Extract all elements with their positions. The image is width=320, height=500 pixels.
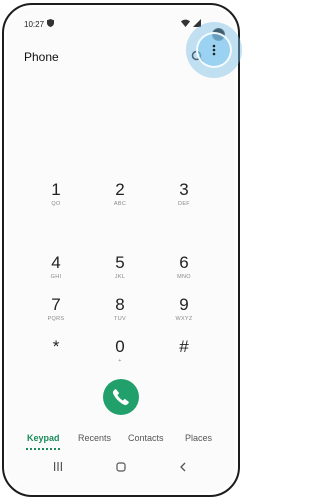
device-frame: 10:27 Phone: [2, 3, 240, 497]
key-digit: *: [52, 337, 60, 356]
navigation-bar: [0, 460, 244, 480]
key-5[interactable]: 5 JKL: [88, 253, 152, 293]
key-digit: 0: [115, 337, 125, 356]
key-star[interactable]: *: [24, 337, 88, 377]
key-digit: 4: [51, 253, 61, 272]
tab-contacts[interactable]: Contacts: [128, 433, 164, 443]
key-digit: 5: [115, 253, 125, 272]
key-7[interactable]: 7 PQRS: [24, 295, 88, 335]
key-3[interactable]: 3 DEF: [152, 180, 216, 220]
key-letters: ABC: [113, 201, 127, 207]
key-digit: 9: [179, 295, 189, 314]
key-digit: 7: [51, 295, 61, 314]
page-title: Phone: [24, 50, 59, 64]
key-2[interactable]: 2 ABC: [88, 180, 152, 220]
shield-icon: [47, 19, 54, 29]
key-digit: 8: [115, 295, 125, 314]
key-hash[interactable]: #: [152, 337, 216, 377]
key-9[interactable]: 9 WXYZ: [152, 295, 216, 335]
tab-keypad[interactable]: Keypad: [27, 433, 60, 443]
back-button[interactable]: [179, 462, 187, 475]
key-letters: +: [118, 358, 122, 364]
key-6[interactable]: 6 MNO: [152, 253, 216, 293]
key-digit: 1: [51, 180, 61, 199]
key-letters: PQRS: [47, 316, 65, 322]
call-button[interactable]: [103, 379, 139, 415]
recent-apps-button[interactable]: [53, 462, 63, 474]
key-1[interactable]: 1 QO: [24, 180, 88, 220]
tab-recents[interactable]: Recents: [78, 433, 111, 443]
key-letters: DEF: [178, 201, 190, 207]
key-letters: TUV: [114, 316, 126, 322]
recent-apps-icon: [54, 462, 62, 471]
key-letters: GHI: [50, 274, 62, 280]
key-letters: QO: [51, 201, 61, 207]
key-0[interactable]: 0 +: [88, 337, 152, 377]
wifi-icon: [180, 19, 190, 27]
key-digit: #: [179, 337, 189, 356]
key-digit: 2: [115, 180, 125, 199]
more-options-button[interactable]: [205, 40, 223, 60]
key-digit: 3: [179, 180, 189, 199]
home-button[interactable]: [116, 462, 126, 475]
more-options-icon: [212, 44, 216, 56]
key-4[interactable]: 4 GHI: [24, 253, 88, 293]
active-tab-indicator: [26, 448, 60, 450]
home-icon: [116, 462, 126, 472]
key-letters: WXYZ: [175, 316, 193, 322]
status-time: 10:27: [24, 20, 45, 29]
back-icon: [180, 462, 186, 472]
key-8[interactable]: 8 TUV: [88, 295, 152, 335]
screen: 10:27 Phone: [7, 8, 235, 492]
bottom-tabs: Keypad Recents Contacts Places: [0, 433, 244, 453]
phone-icon: [112, 389, 129, 406]
key-letters: MNO: [177, 274, 191, 280]
tab-places[interactable]: Places: [185, 433, 212, 443]
key-letters: JKL: [114, 274, 126, 280]
key-digit: 6: [179, 253, 189, 272]
